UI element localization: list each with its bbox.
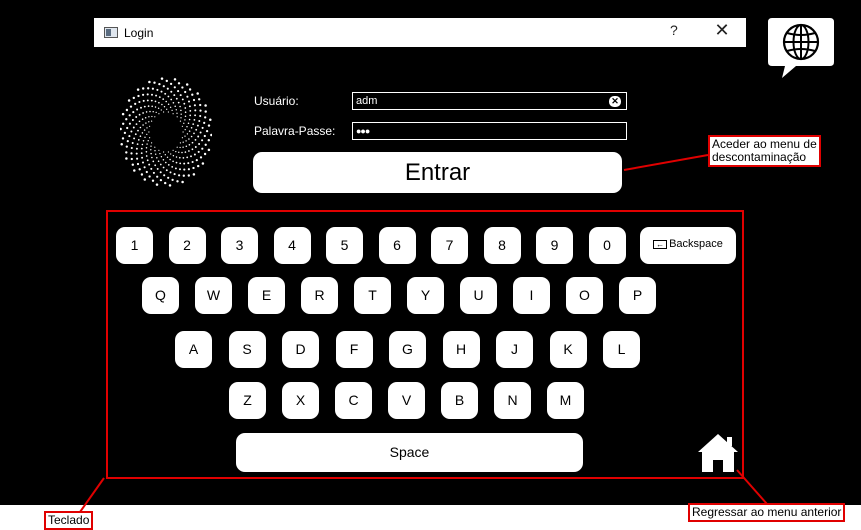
app-screen: Login ? ✕ Usuário: adm ✕ Palavra-Passe: … <box>0 0 861 505</box>
key-y[interactable]: Y <box>407 277 444 314</box>
key-7[interactable]: 7 <box>431 227 468 264</box>
key-x[interactable]: X <box>282 382 319 419</box>
key-d[interactable]: D <box>282 331 319 368</box>
home-icon[interactable] <box>696 432 740 474</box>
key-3[interactable]: 3 <box>221 227 258 264</box>
backspace-label: Backspace <box>669 238 723 250</box>
user-label: Usuário: <box>254 94 299 108</box>
entrar-annotation: Aceder ao menu de descontaminação <box>708 135 821 167</box>
key-4[interactable]: 4 <box>273 227 311 264</box>
key-w[interactable]: W <box>195 277 232 314</box>
key-i[interactable]: I <box>513 277 550 314</box>
key-j[interactable]: J <box>496 331 533 368</box>
key-v[interactable]: V <box>388 382 425 419</box>
backspace-arrow-icon: ← <box>653 239 668 249</box>
window-title: Login <box>124 25 154 40</box>
key-b[interactable]: B <box>441 382 478 419</box>
password-input[interactable]: ●●● <box>352 122 627 140</box>
key-e[interactable]: E <box>248 277 285 314</box>
username-input[interactable]: adm ✕ <box>352 92 627 110</box>
key-5[interactable]: 5 <box>326 227 363 264</box>
password-label: Palavra-Passe: <box>254 124 336 138</box>
key-c[interactable]: C <box>335 382 372 419</box>
home-annotation: Regressar ao menu anterior <box>688 503 846 522</box>
key-q[interactable]: Q <box>142 277 179 314</box>
language-globe-icon[interactable] <box>766 16 836 80</box>
window-icon <box>104 27 118 38</box>
backspace-key[interactable]: ← Backspace <box>640 227 736 264</box>
key-u[interactable]: U <box>460 277 497 314</box>
keyboard-annotation: Teclado <box>44 511 94 530</box>
key-o[interactable]: O <box>566 277 603 314</box>
key-h[interactable]: H <box>442 331 480 368</box>
clear-username-button[interactable]: ✕ <box>609 96 621 107</box>
key-f[interactable]: F <box>335 331 373 368</box>
entrar-annotation-line2: descontaminação <box>712 150 807 164</box>
key-0[interactable]: 0 <box>588 227 626 264</box>
key-s[interactable]: S <box>228 331 266 368</box>
key-k[interactable]: K <box>549 331 587 368</box>
key-m[interactable]: M <box>547 382 584 419</box>
password-value: ●●● <box>356 126 370 136</box>
username-value: adm <box>356 95 378 107</box>
key-g[interactable]: G <box>389 331 426 368</box>
key-n[interactable]: N <box>494 382 531 419</box>
title-bar: Login ? ✕ <box>94 18 746 47</box>
key-2[interactable]: 2 <box>168 227 206 264</box>
key-r[interactable]: R <box>301 277 338 314</box>
spiral-logo-icon <box>120 77 212 187</box>
key-9[interactable]: 9 <box>536 227 573 264</box>
key-1[interactable]: 1 <box>116 227 153 264</box>
close-button[interactable]: ✕ <box>714 20 730 40</box>
entrar-button[interactable]: Entrar <box>253 152 622 193</box>
key-z[interactable]: Z <box>229 382 266 419</box>
key-6[interactable]: 6 <box>378 227 416 264</box>
key-8[interactable]: 8 <box>483 227 521 264</box>
key-t[interactable]: T <box>354 277 391 314</box>
key-p[interactable]: P <box>619 277 656 314</box>
space-key[interactable]: Space <box>236 433 583 472</box>
key-a[interactable]: A <box>175 331 212 368</box>
key-l[interactable]: L <box>603 331 640 368</box>
help-button[interactable]: ? <box>670 22 678 38</box>
